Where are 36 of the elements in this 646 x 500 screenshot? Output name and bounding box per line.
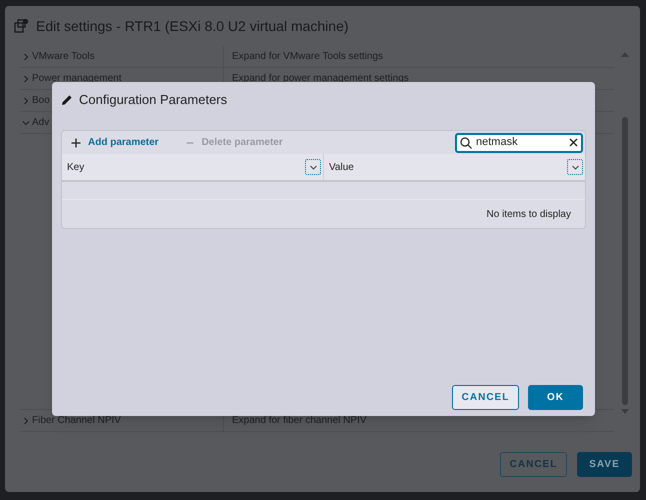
column-title: Key [67, 160, 84, 174]
filter-toggle[interactable] [567, 159, 583, 175]
minus-icon [184, 142, 195, 144]
chevron-right-icon[interactable] [22, 96, 30, 104]
window-title: Edit settings - RTR1 (ESXi 8.0 U2 virtual machine) [36, 16, 349, 36]
row-label: Power management [32, 72, 122, 86]
row-label: Adv [32, 116, 50, 130]
column-title: Value [329, 160, 354, 174]
chevron-down-icon [310, 164, 316, 170]
row-label: VMware Tools [32, 50, 95, 64]
vm-settings-icon [14, 19, 28, 33]
filter-toggle[interactable] [305, 159, 321, 175]
chevron-right-icon[interactable] [22, 52, 30, 60]
search-field[interactable]: netmask [455, 132, 583, 152]
ok-button[interactable]: OK [528, 385, 583, 410]
chevron-right-icon[interactable] [22, 416, 30, 424]
row-label: Boo [32, 94, 50, 108]
chevron-down-icon [572, 164, 578, 170]
cancel-button[interactable]: CANCEL [452, 385, 519, 410]
plus-icon [71, 138, 81, 148]
chevron-down-icon[interactable] [22, 118, 30, 126]
row-description: Expand for fiber channel NPIV [232, 414, 367, 428]
row-description: Expand for VMware Tools settings [232, 50, 384, 64]
column-header[interactable]: Value [324, 154, 585, 180]
search-input[interactable]: netmask [476, 134, 565, 151]
chevron-right-icon[interactable] [22, 74, 30, 82]
row-description: Expand for power management settings [232, 72, 409, 86]
row-label: Fiber Channel NPIV [32, 414, 121, 428]
column-header[interactable]: Key [62, 154, 324, 180]
pencil-icon [61, 94, 73, 106]
empty-message: No items to display [486, 208, 571, 222]
add-parameter-button[interactable]: Add parameter [71, 135, 159, 150]
search-icon [460, 136, 472, 148]
dialog-title: Configuration Parameters [79, 91, 228, 110]
save-button[interactable]: SAVE [577, 452, 632, 476]
clear-icon[interactable] [569, 138, 578, 147]
